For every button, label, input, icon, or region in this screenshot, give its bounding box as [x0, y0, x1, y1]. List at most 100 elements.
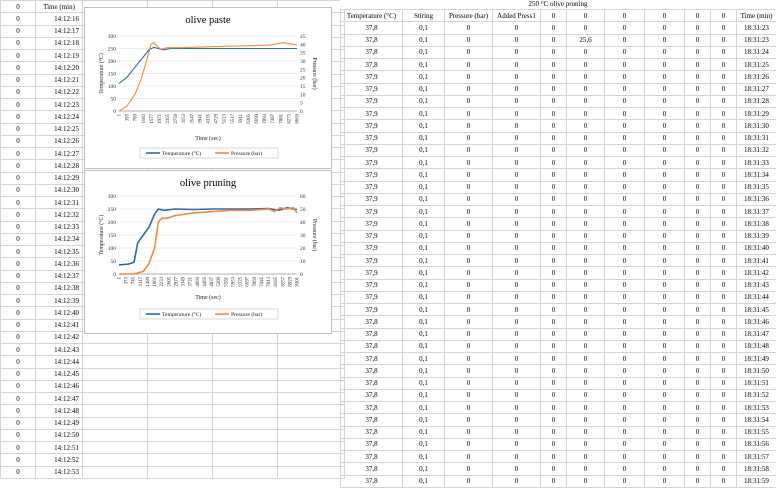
table-cell[interactable]: 0,1: [403, 438, 445, 450]
table-cell[interactable]: 0: [493, 242, 541, 254]
table-cell[interactable]: 0: [685, 291, 711, 303]
table-cell[interactable]: 0: [685, 475, 711, 487]
table-cell[interactable]: 0: [1, 148, 36, 160]
table-cell[interactable]: 0: [493, 365, 541, 377]
table-cell[interactable]: 0: [711, 218, 737, 230]
table-cell[interactable]: 0: [605, 438, 645, 450]
table-cell[interactable]: 0,1: [403, 377, 445, 389]
table-cell[interactable]: 18:31:47: [737, 328, 776, 340]
table-cell[interactable]: 0: [445, 316, 493, 328]
table-cell[interactable]: 0: [1, 74, 36, 86]
table-cell[interactable]: 0: [445, 59, 493, 71]
table-cell[interactable]: 0: [1, 307, 36, 319]
empty-cell[interactable]: [83, 454, 148, 466]
table-cell[interactable]: 0: [605, 22, 645, 34]
table-cell[interactable]: 14:12:32: [36, 209, 83, 221]
table-cell[interactable]: 0: [685, 328, 711, 340]
table-cell[interactable]: 0: [685, 206, 711, 218]
table-cell[interactable]: 0: [711, 389, 737, 401]
table-cell[interactable]: 0: [685, 377, 711, 389]
table-cell[interactable]: 0: [711, 414, 737, 426]
empty-cell[interactable]: [148, 368, 213, 380]
empty-cell[interactable]: [213, 356, 278, 368]
table-cell[interactable]: 0: [445, 304, 493, 316]
table-cell[interactable]: 0: [1, 135, 36, 147]
table-cell[interactable]: 18:31:44: [737, 291, 776, 303]
table-cell[interactable]: 0: [445, 46, 493, 58]
table-cell[interactable]: 0: [541, 144, 567, 156]
empty-cell[interactable]: [83, 417, 148, 429]
table-cell[interactable]: 0: [493, 353, 541, 365]
table-cell[interactable]: 0: [605, 451, 645, 463]
table-cell[interactable]: 0: [541, 230, 567, 242]
table-cell[interactable]: 0,1: [403, 108, 445, 120]
table-cell[interactable]: 0: [1, 184, 36, 196]
table-cell[interactable]: 0: [567, 438, 605, 450]
table-cell[interactable]: 0: [1, 25, 36, 37]
table-cell[interactable]: 37,8: [341, 451, 403, 463]
header-cell[interactable]: 0: [567, 10, 605, 22]
table-cell[interactable]: 0: [493, 377, 541, 389]
table-cell[interactable]: 37,8: [341, 438, 403, 450]
table-cell[interactable]: 37,8: [341, 402, 403, 414]
table-cell[interactable]: 0: [567, 108, 605, 120]
table-cell[interactable]: 0: [645, 108, 685, 120]
table-cell[interactable]: 37,9: [341, 169, 403, 181]
table-cell[interactable]: 37,8: [341, 475, 403, 487]
table-cell[interactable]: 0: [541, 463, 567, 475]
table-cell[interactable]: 0: [685, 46, 711, 58]
table-cell[interactable]: 0: [445, 242, 493, 254]
table-cell[interactable]: 14:12:27: [36, 148, 83, 160]
table-cell[interactable]: 0: [605, 402, 645, 414]
table-cell[interactable]: 18:31:26: [737, 71, 776, 83]
table-cell[interactable]: 14:12:45: [36, 368, 83, 380]
table-cell[interactable]: 0: [1, 356, 36, 368]
table-cell[interactable]: 0: [541, 95, 567, 107]
table-cell[interactable]: 0: [493, 451, 541, 463]
empty-cell[interactable]: [278, 429, 345, 441]
table-cell[interactable]: 0: [711, 279, 737, 291]
table-cell[interactable]: 0,1: [403, 83, 445, 95]
table-cell[interactable]: 0: [493, 132, 541, 144]
table-cell[interactable]: 0,1: [403, 316, 445, 328]
table-cell[interactable]: 37,9: [341, 71, 403, 83]
table-cell[interactable]: 0: [445, 463, 493, 475]
table-cell[interactable]: 0: [567, 193, 605, 205]
table-cell[interactable]: 0: [493, 414, 541, 426]
empty-cell[interactable]: [213, 368, 278, 380]
table-cell[interactable]: 18:31:30: [737, 120, 776, 132]
table-cell[interactable]: 0: [445, 255, 493, 267]
table-cell[interactable]: 0: [541, 59, 567, 71]
table-cell[interactable]: 0: [445, 475, 493, 487]
table-cell[interactable]: 14:12:36: [36, 258, 83, 270]
table-cell[interactable]: 0: [445, 144, 493, 156]
table-cell[interactable]: 0: [685, 169, 711, 181]
table-cell[interactable]: 0: [605, 193, 645, 205]
table-cell[interactable]: 0: [445, 22, 493, 34]
table-cell[interactable]: 0: [567, 451, 605, 463]
table-cell[interactable]: 0: [685, 255, 711, 267]
table-cell[interactable]: 0: [445, 157, 493, 169]
table-cell[interactable]: 14:12:21: [36, 74, 83, 86]
table-cell[interactable]: 0: [445, 230, 493, 242]
table-cell[interactable]: 0: [711, 291, 737, 303]
table-cell[interactable]: 0: [445, 365, 493, 377]
table-cell[interactable]: 0,1: [403, 463, 445, 475]
table-cell[interactable]: 0: [1, 405, 36, 417]
empty-cell[interactable]: [148, 393, 213, 405]
table-cell[interactable]: 0: [567, 22, 605, 34]
table-cell[interactable]: 0: [645, 389, 685, 401]
table-cell[interactable]: 0: [493, 255, 541, 267]
table-cell[interactable]: 0,1: [403, 304, 445, 316]
table-cell[interactable]: 37,9: [341, 83, 403, 95]
table-cell[interactable]: 25,6: [567, 34, 605, 46]
table-cell[interactable]: 0: [541, 193, 567, 205]
table-cell[interactable]: 0: [1, 270, 36, 282]
empty-cell[interactable]: [148, 417, 213, 429]
table-cell[interactable]: 0: [605, 279, 645, 291]
table-cell[interactable]: 0: [445, 206, 493, 218]
empty-cell[interactable]: [83, 356, 148, 368]
table-cell[interactable]: 0: [711, 402, 737, 414]
table-cell[interactable]: 37,9: [341, 230, 403, 242]
table-cell[interactable]: 0: [711, 46, 737, 58]
